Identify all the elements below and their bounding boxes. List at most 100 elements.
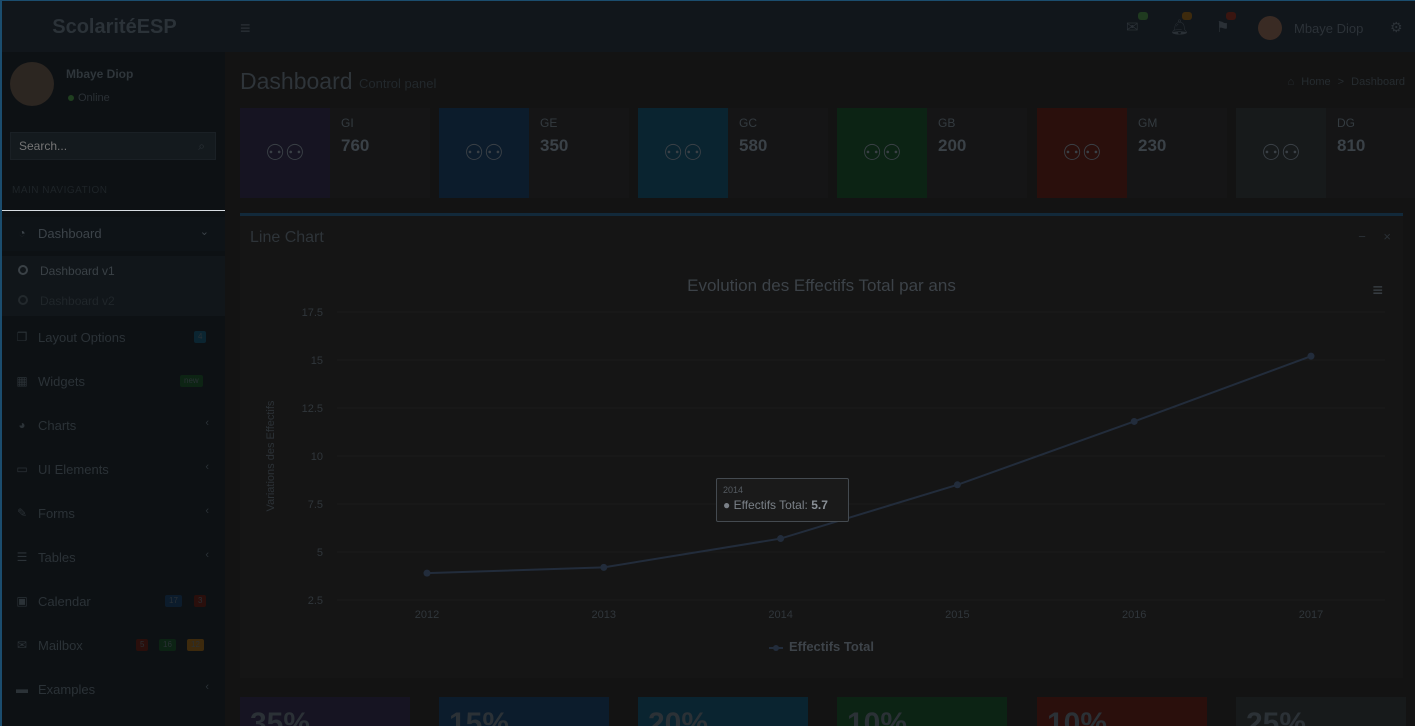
- sidebar-item-forms[interactable]: ✎ Forms ‹: [2, 497, 225, 531]
- legend-marker: [769, 644, 783, 651]
- menu-icon[interactable]: ≡: [240, 18, 251, 39]
- messages-badge: [1138, 12, 1148, 20]
- tooltip-series: Effectifs Total: [733, 498, 805, 512]
- users-icon: ⚇⚇: [439, 108, 529, 198]
- info-box-gm: ⚇⚇ GM 230: [1037, 108, 1227, 198]
- data-point: [600, 563, 608, 571]
- chevron-left-icon: ‹: [205, 681, 209, 693]
- flag-icon[interactable]: ⚑: [1216, 18, 1229, 36]
- chart-tooltip: 2014 ● Effectifs Total: 5.7: [716, 478, 849, 522]
- sidebar-item-label: Calendar: [38, 594, 91, 609]
- sidebar-item-dashboard[interactable]: ◔ Dashboard ⌄: [2, 217, 225, 251]
- info-box-label: GB: [938, 116, 956, 130]
- y-tick-label: 10: [311, 451, 323, 463]
- envelope-icon[interactable]: ✉: [1126, 18, 1139, 36]
- sidebar-item-label: Widgets: [38, 374, 85, 389]
- sidebar-item-label: Forms: [38, 506, 75, 521]
- sidebar-item-label: Tables: [38, 550, 76, 565]
- calendar-icon: ▣: [16, 594, 28, 608]
- chevron-down-icon: ⌄: [199, 226, 209, 238]
- y-tick-label: 7.5: [308, 499, 323, 511]
- info-box-label: GE: [540, 116, 558, 130]
- small-box-value: 20%: [648, 707, 709, 726]
- chart-legend[interactable]: Effectifs Total: [240, 639, 1403, 654]
- user-menu-name[interactable]: Mbaye Diop: [1294, 21, 1363, 36]
- avatar[interactable]: [1258, 16, 1282, 40]
- table-icon: ☰: [16, 550, 28, 564]
- info-box-dg: ⚇⚇ DG 810: [1236, 108, 1415, 198]
- notifications-badge: [1182, 12, 1192, 20]
- sidebar-item-examples[interactable]: ▬ Examples ‹: [2, 673, 225, 707]
- small-box-2: 15%: [439, 697, 609, 726]
- sidebar: Mbaye Diop Online ⌕ MAIN NAVIGATION ◔ Da…: [0, 52, 227, 726]
- pie-chart-icon: ◕: [18, 418, 26, 432]
- app-logo[interactable]: ScolaritéESP: [2, 1, 227, 53]
- breadcrumb-home[interactable]: Home: [1301, 76, 1330, 88]
- sidebar-item-label: Examples: [38, 682, 96, 697]
- sidebar-item-mailbox[interactable]: ✉ Mailbox 5 16 12: [2, 629, 225, 663]
- sidebar-item-dashboard-v1[interactable]: Dashboard v1: [2, 256, 225, 286]
- legend-label: Effectifs Total: [789, 639, 874, 654]
- tooltip-line: ● Effectifs Total: 5.7: [723, 498, 828, 512]
- search-input[interactable]: [11, 133, 181, 159]
- sidebar-item-label: Layout Options: [38, 330, 126, 345]
- home-icon: ⌂: [1287, 76, 1295, 88]
- divider: [2, 210, 227, 211]
- users-icon: ⚇⚇: [638, 108, 728, 198]
- folder-icon: ▬: [16, 682, 28, 696]
- tasks-badge: [1226, 12, 1236, 20]
- sidebar-item-layout-options[interactable]: ❐ Layout Options 4: [2, 321, 225, 355]
- info-box-value: 350: [540, 136, 569, 155]
- status-text: Online: [78, 92, 110, 104]
- sidebar-item-calendar[interactable]: ▣ Calendar 17 3: [2, 585, 225, 619]
- circle-icon: [18, 295, 28, 305]
- users-icon: ⚇⚇: [1236, 108, 1326, 198]
- page-subtitle: Control panel: [359, 76, 437, 91]
- small-box-value: 10%: [1047, 707, 1108, 726]
- info-box-label: GI: [341, 116, 354, 130]
- edit-icon: ✎: [16, 506, 28, 520]
- small-box-1: 35%: [240, 697, 410, 726]
- y-tick-label: 15: [311, 355, 323, 367]
- small-box-5: 10%: [1037, 697, 1207, 726]
- chevron-left-icon: ‹: [205, 505, 209, 517]
- bell-icon[interactable]: 🔔︎: [1170, 18, 1189, 36]
- new-badge: new: [180, 375, 203, 387]
- info-box-gi: ⚇⚇ GI 760: [240, 108, 430, 198]
- info-box-value: 580: [739, 136, 768, 155]
- circle-icon: [18, 265, 28, 275]
- search-icon[interactable]: ⌕: [198, 139, 205, 154]
- info-box-ge: ⚇⚇ GE 350: [439, 108, 629, 198]
- info-box-value: 810: [1337, 136, 1366, 155]
- data-point: [1307, 352, 1315, 360]
- small-box-value: 35%: [250, 707, 311, 726]
- th-icon: ▦: [16, 374, 28, 388]
- line-chart-box: Line Chart − × Evolution des Effectifs T…: [240, 213, 1403, 678]
- page-title: Dashboard: [240, 68, 353, 94]
- x-tick-label: 2014: [768, 609, 792, 621]
- envelope-icon: ✉: [16, 638, 28, 652]
- nav-section-header: MAIN NAVIGATION: [12, 185, 108, 196]
- data-point: [1130, 417, 1138, 425]
- files-icon: ❐: [16, 330, 28, 344]
- gear-icon[interactable]: ⚙: [1390, 19, 1403, 36]
- count-badge: 4: [194, 331, 207, 343]
- sidebar-item-dashboard-v2[interactable]: Dashboard v2: [2, 286, 225, 316]
- sidebar-item-charts[interactable]: ◕ Charts ‹: [2, 409, 225, 443]
- info-box-label: DG: [1337, 116, 1355, 130]
- y-tick-label: 12.5: [302, 403, 323, 415]
- small-box-value: 15%: [449, 707, 510, 726]
- tooltip-header: 2014: [723, 485, 744, 495]
- info-box-value: 230: [1138, 136, 1167, 155]
- dashboard-icon: ◔: [18, 226, 26, 240]
- sidebar-item-widgets[interactable]: ▦ Widgets new: [2, 365, 225, 399]
- avatar: [10, 62, 54, 106]
- y-tick-label: 2.5: [308, 595, 323, 607]
- sidebar-item-tables[interactable]: ☰ Tables ‹: [2, 541, 225, 575]
- breadcrumb-current: Dashboard: [1351, 76, 1405, 88]
- chevron-left-icon: ‹: [205, 549, 209, 561]
- small-box-3: 20%: [638, 697, 808, 726]
- info-box-label: GC: [739, 116, 757, 130]
- sidebar-item-ui-elements[interactable]: ▭ UI Elements ‹: [2, 453, 225, 487]
- count-badge: 12: [187, 639, 204, 651]
